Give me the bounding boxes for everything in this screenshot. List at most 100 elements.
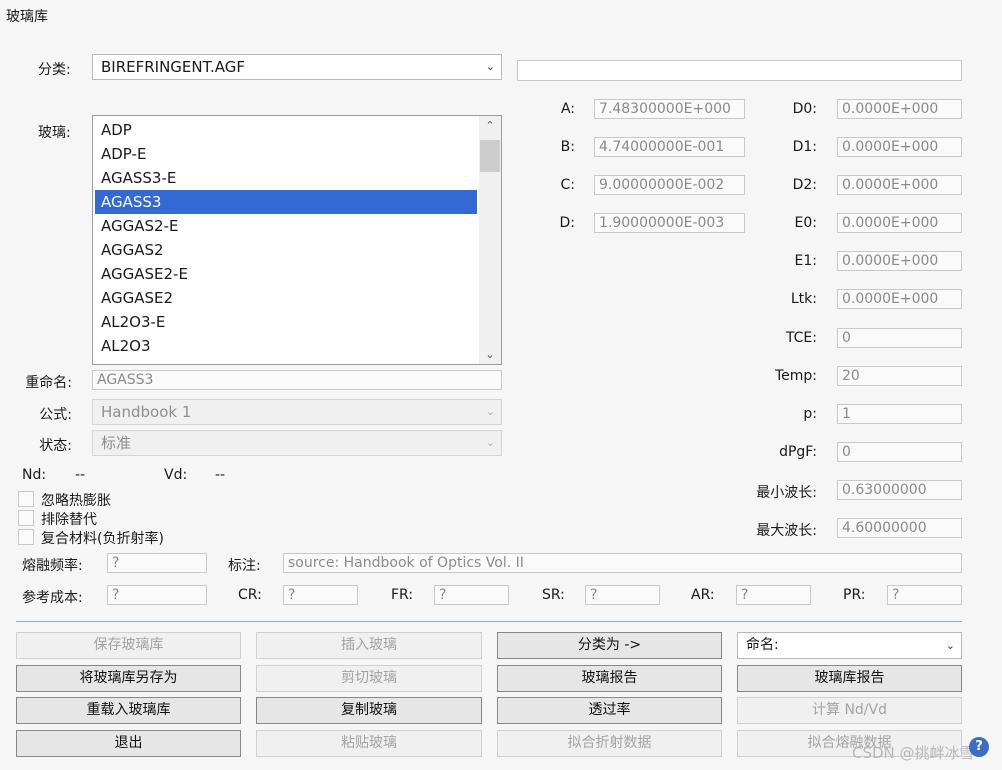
category-value: BIREFRINGENT.AGF <box>101 58 246 76</box>
vd-value: -- <box>215 467 226 483</box>
max-wavelength-field[interactable]: 4.60000000 <box>837 518 962 538</box>
composite-material-label: 复合材料(负折射率) <box>41 531 164 547</box>
chevron-down-icon[interactable]: ⌄ <box>479 348 501 361</box>
glass-list-item[interactable]: AL2O3 <box>95 334 477 358</box>
coeff-b-field[interactable]: 4.74000000E-001 <box>594 137 745 157</box>
window-title: 玻璃库 <box>6 9 48 25</box>
calc-nd-vd-button[interactable]: 计算 Nd/Vd <box>737 697 962 724</box>
reload-catalog-button[interactable]: 重载入玻璃库 <box>16 697 241 724</box>
help-icon[interactable]: ? <box>969 737 989 757</box>
category-select[interactable]: BIREFRINGENT.AGF ⌄ <box>92 54 502 80</box>
copy-glass-button[interactable]: 复制玻璃 <box>256 697 482 724</box>
description-field[interactable] <box>517 60 962 81</box>
fit-index-button[interactable]: 拟合折射数据 <box>497 730 722 757</box>
fr-field[interactable]: ? <box>434 585 509 605</box>
chevron-down-icon: ⌄ <box>485 436 495 449</box>
save-catalog-as-button[interactable]: 将玻璃库另存为 <box>16 665 241 692</box>
cr-field[interactable]: ? <box>283 585 358 605</box>
name-select-value: 命名: <box>746 637 779 653</box>
scrollbar-thumb[interactable] <box>480 140 500 172</box>
d1-field[interactable]: 0.0000E+000 <box>837 137 962 157</box>
d0-field[interactable]: 0.0000E+000 <box>837 99 962 119</box>
glass-list-item[interactable]: AGGASE2-E <box>95 262 477 286</box>
watermark: CSDN @挑衅冰雪 <box>852 744 975 762</box>
melt-freq-field[interactable]: ? <box>107 553 207 573</box>
e1-field[interactable]: 0.0000E+000 <box>837 251 962 271</box>
glass-list-item[interactable]: AL2O3-E <box>95 310 477 334</box>
chevron-down-icon: ⌄ <box>945 639 955 652</box>
composite-material-checkbox[interactable] <box>18 529 34 545</box>
coeff-c-label: C: <box>560 177 576 193</box>
exit-button[interactable]: 退出 <box>16 730 241 757</box>
ltk-label: Ltk: <box>790 291 817 307</box>
rename-field[interactable]: AGASS3 <box>92 370 502 390</box>
melt-freq-label: 熔融频率: <box>22 558 83 574</box>
e1-label: E1: <box>794 253 817 269</box>
chevron-down-icon: ⌄ <box>485 60 495 73</box>
chevron-up-icon[interactable]: ⌃ <box>479 119 501 132</box>
cut-glass-button[interactable]: 剪切玻璃 <box>256 665 482 692</box>
name-select[interactable]: 命名: ⌄ <box>737 632 962 659</box>
p-field[interactable]: 1 <box>837 404 962 424</box>
formula-label: 公式: <box>39 407 72 423</box>
e0-label: E0: <box>794 215 817 231</box>
note-field[interactable]: source: Handbook of Optics Vol. II <box>283 553 962 573</box>
coeff-d-field[interactable]: 1.90000000E-003 <box>594 213 745 233</box>
catalog-report-button[interactable]: 玻璃库报告 <box>737 665 962 692</box>
pr-label: PR: <box>843 587 866 603</box>
p-label: p: <box>803 406 817 422</box>
paste-glass-button[interactable]: 粘贴玻璃 <box>256 730 482 757</box>
transmission-button[interactable]: 透过率 <box>497 697 722 724</box>
ref-cost-field[interactable]: ? <box>107 585 207 605</box>
ar-label: AR: <box>691 587 715 603</box>
glass-list-item[interactable]: ADP <box>95 118 477 142</box>
formula-select[interactable]: Handbook 1 ⌄ <box>92 399 502 425</box>
category-to-button[interactable]: 分类为 -> <box>497 632 722 659</box>
coeff-d-label: D: <box>559 215 576 231</box>
status-label: 状态: <box>39 438 72 454</box>
d1-label: D1: <box>792 139 817 155</box>
glass-list-scrollbar[interactable]: ⌃ ⌄ <box>479 116 501 364</box>
nd-value: -- <box>75 467 86 483</box>
sr-label: SR: <box>542 587 565 603</box>
ar-field[interactable]: ? <box>736 585 811 605</box>
coeff-a-label: A: <box>560 101 575 117</box>
ref-cost-label: 参考成本: <box>22 590 83 606</box>
coeff-a-field[interactable]: 7.48300000E+000 <box>594 99 745 119</box>
d2-label: D2: <box>792 177 817 193</box>
ignore-thermal-expansion-label: 忽略热膨胀 <box>41 493 111 509</box>
temp-label: Temp: <box>774 368 817 384</box>
fr-label: FR: <box>391 587 414 603</box>
insert-glass-button[interactable]: 插入玻璃 <box>256 632 482 659</box>
glass-list-item[interactable]: ADP-E <box>95 142 477 166</box>
max-wavelength-label: 最大波长: <box>756 523 817 539</box>
tce-label: TCE: <box>785 330 817 346</box>
dpgf-field[interactable]: 0 <box>837 442 962 462</box>
glass-listbox[interactable]: ADP ADP-E AGASS3-E AGASS3 AGGAS2-E AGGAS2 AGGA… <box>92 115 502 365</box>
status-select[interactable]: 标准 ⌄ <box>92 430 502 456</box>
pr-field[interactable]: ? <box>887 585 962 605</box>
coeff-c-field[interactable]: 9.00000000E-002 <box>594 175 745 195</box>
ignore-thermal-expansion-checkbox[interactable] <box>18 491 34 507</box>
glass-list-item[interactable]: AGGAS2-E <box>95 214 477 238</box>
temp-field[interactable]: 20 <box>837 366 962 386</box>
rename-label: 重命名: <box>25 375 72 391</box>
glass-list-item[interactable]: AGGAS2 <box>95 238 477 262</box>
glass-report-button[interactable]: 玻璃报告 <box>497 665 722 692</box>
glass-list-item[interactable]: AGASS3 <box>95 190 477 214</box>
nd-label: Nd: <box>22 467 47 483</box>
min-wavelength-field[interactable]: 0.63000000 <box>837 480 962 500</box>
status-value: 标准 <box>101 434 132 452</box>
chevron-down-icon: ⌄ <box>485 405 495 418</box>
glass-list-item[interactable]: AGASS3-E <box>95 166 477 190</box>
save-catalog-button[interactable]: 保存玻璃库 <box>16 632 241 659</box>
exclude-substitution-label: 排除替代 <box>41 512 97 528</box>
exclude-substitution-checkbox[interactable] <box>18 510 34 526</box>
glass-label: 玻璃: <box>38 125 71 141</box>
glass-list-item[interactable]: AGGASE2 <box>95 286 477 310</box>
e0-field[interactable]: 0.0000E+000 <box>837 213 962 233</box>
tce-field[interactable]: 0 <box>837 328 962 348</box>
sr-field[interactable]: ? <box>585 585 660 605</box>
d2-field[interactable]: 0.0000E+000 <box>837 175 962 195</box>
ltk-field[interactable]: 0.0000E+000 <box>837 289 962 309</box>
